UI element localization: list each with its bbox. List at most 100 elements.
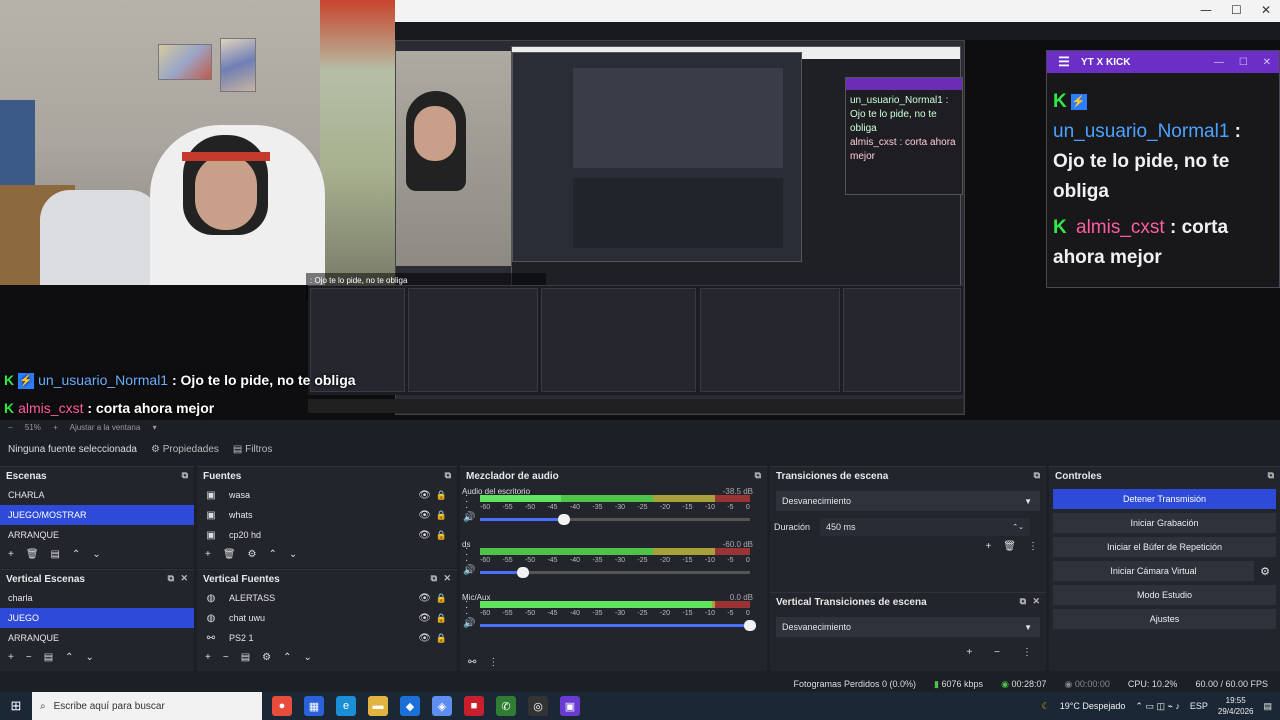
whatsapp-icon[interactable]: ✆ — [496, 696, 516, 716]
lock-icon[interactable]: 🔒 — [436, 510, 447, 521]
volume-slider[interactable] — [480, 514, 750, 525]
speaker-icon[interactable]: 🔊 — [463, 565, 475, 576]
language[interactable]: ESP — [1190, 701, 1208, 711]
studio-mode-button[interactable]: Modo Estudio — [1053, 585, 1276, 605]
gear-icon[interactable]: ⚙ — [1260, 565, 1270, 578]
arrow-down-icon[interactable]: ⌄ — [86, 652, 94, 663]
float-icon[interactable]: ⧉ — [168, 573, 174, 584]
arrow-up-icon[interactable]: ⌃ — [65, 652, 73, 663]
vertical-transition-select[interactable]: Desvanecimiento ▼ — [776, 617, 1040, 637]
windows-start-icon[interactable]: ⊞ — [0, 692, 32, 720]
arrow-up-icon[interactable]: ⌃ — [72, 549, 80, 560]
more-icon[interactable]: ⋮ — [488, 657, 498, 668]
arrow-down-icon[interactable]: ⌄ — [289, 549, 297, 560]
minus-icon[interactable]: − — [223, 652, 229, 663]
float-icon[interactable]: ⧉ — [445, 470, 451, 481]
link-icon[interactable]: ⚯ — [468, 657, 476, 668]
scene-item[interactable]: ARRANQUE — [0, 525, 194, 545]
more-icon[interactable]: · · · — [465, 544, 468, 566]
trash-icon[interactable]: 🗑 — [1003, 541, 1016, 552]
add-icon[interactable]: + — [8, 652, 14, 663]
close-icon[interactable]: ✕ — [1032, 596, 1040, 607]
eye-icon[interactable]: 👁 — [418, 593, 431, 604]
arrow-up-icon[interactable]: ⌃ — [269, 549, 277, 560]
twitch-icon[interactable]: ▣ — [560, 696, 580, 716]
arrow-down-icon[interactable]: ⌄ — [304, 652, 312, 663]
gear-icon[interactable]: ⚙ — [248, 549, 257, 560]
clock[interactable]: 19:55 29/4/2026 — [1218, 695, 1254, 717]
obs-icon[interactable]: ◎ — [528, 696, 548, 716]
lock-icon[interactable]: 🔒 — [436, 633, 447, 644]
speaker-icon[interactable]: 🔊 — [463, 512, 475, 523]
lock-icon[interactable]: 🔒 — [436, 490, 447, 501]
vertical-source-item[interactable]: ⚯ PS2 1 👁 🔒 — [197, 628, 457, 648]
menu-icon[interactable]: ☰ — [1047, 54, 1081, 70]
start-replay-buffer-button[interactable]: Iniciar el Búfer de Repetición — [1053, 537, 1276, 557]
close-icon[interactable]: ✕ — [180, 573, 188, 584]
app-icon[interactable]: ■ — [464, 696, 484, 716]
app-icon[interactable]: ◈ — [432, 696, 452, 716]
filters-button[interactable]: ▤ Filtros — [233, 444, 272, 455]
add-icon[interactable]: + — [205, 549, 211, 560]
maximize-icon[interactable]: ☐ — [1231, 3, 1242, 17]
arrow-up-icon[interactable]: ⌃ — [283, 652, 291, 663]
chrome-icon[interactable]: ● — [272, 696, 292, 716]
float-icon[interactable]: ⧉ — [1020, 596, 1026, 607]
start-recording-button[interactable]: Iniciar Grabación — [1053, 513, 1276, 533]
vertical-scene-item[interactable]: ARRANQUE — [0, 628, 194, 648]
speaker-icon[interactable]: 🔊 — [463, 618, 475, 629]
close-icon[interactable]: ✕ — [443, 573, 451, 584]
properties-button[interactable]: ⚙ Propiedades — [151, 444, 219, 455]
volume-handle[interactable] — [744, 620, 756, 631]
source-item[interactable]: ▣ wasa 👁 🔒 — [197, 485, 457, 505]
start-virtual-camera-button[interactable]: Iniciar Cámara Virtual — [1053, 561, 1254, 581]
minimize-icon[interactable]: — — [1214, 57, 1224, 68]
lock-icon[interactable]: 🔒 — [436, 530, 447, 541]
close-icon[interactable]: ✕ — [1263, 57, 1271, 68]
source-item[interactable]: ▣ cp20 hd 👁 🔒 — [197, 525, 457, 545]
volume-slider[interactable] — [480, 620, 756, 631]
filter-icon[interactable]: ▤ — [51, 549, 60, 560]
eye-icon[interactable]: 👁 — [418, 613, 431, 624]
weather-text[interactable]: 19°C Despejado — [1060, 701, 1126, 711]
zoom-in-button[interactable]: + — [53, 423, 58, 432]
minus-icon[interactable]: − — [994, 647, 1000, 658]
eye-icon[interactable]: 👁 — [418, 633, 431, 644]
arrow-down-icon[interactable]: ⌄ — [92, 549, 100, 560]
vertical-source-item[interactable]: ◍ chat uwu 👁 🔒 — [197, 608, 457, 628]
float-icon[interactable]: ⧉ — [431, 573, 437, 584]
vertical-scene-item[interactable]: charla — [0, 588, 194, 608]
scene-item[interactable]: JUEGO/MOSTRAR — [0, 505, 194, 525]
trash-icon[interactable]: 🗑 — [26, 549, 39, 560]
vertical-source-item[interactable]: ◍ ALERTASS 👁 🔒 — [197, 588, 457, 608]
float-icon[interactable]: ⧉ — [182, 470, 188, 481]
transition-select[interactable]: Desvanecimiento ▼ — [776, 491, 1040, 511]
eye-icon[interactable]: 👁 — [418, 510, 431, 521]
lock-icon[interactable]: 🔒 — [436, 593, 447, 604]
add-icon[interactable]: + — [985, 541, 991, 552]
source-item[interactable]: ▣ whats 👁 🔒 — [197, 505, 457, 525]
add-icon[interactable]: + — [205, 652, 211, 663]
zoom-out-button[interactable]: − — [8, 423, 13, 432]
app-icon[interactable]: ◆ — [400, 696, 420, 716]
fit-dropdown[interactable]: Ajustar a la ventana — [70, 423, 141, 432]
chevron-down-icon[interactable]: ▾ — [153, 423, 157, 432]
tray-icons[interactable]: ⌃ ▭ ◫ ⌁ ♪ — [1135, 701, 1179, 712]
vertical-scene-item[interactable]: JUEGO — [0, 608, 194, 628]
more-icon[interactable]: ⋮ — [1022, 647, 1032, 658]
more-icon[interactable]: · · · — [465, 597, 468, 619]
filter-icon[interactable]: ▤ — [241, 652, 250, 663]
stop-streaming-button[interactable]: Detener Transmisión — [1053, 489, 1276, 509]
minimize-icon[interactable]: — — [1200, 3, 1212, 17]
volume-handle[interactable] — [557, 514, 570, 525]
add-icon[interactable]: + — [966, 647, 972, 658]
duration-input[interactable]: 450 ms ⌃⌄ — [820, 518, 1031, 536]
lock-icon[interactable]: 🔒 — [436, 613, 447, 624]
edge-icon[interactable]: e — [336, 696, 356, 716]
float-icon[interactable]: ⧉ — [1034, 470, 1040, 481]
add-icon[interactable]: + — [8, 549, 14, 560]
minus-icon[interactable]: − — [26, 652, 32, 663]
eye-icon[interactable]: 👁 — [418, 530, 431, 541]
float-icon[interactable]: ⧉ — [755, 470, 761, 481]
close-icon[interactable]: ✕ — [1261, 3, 1271, 17]
